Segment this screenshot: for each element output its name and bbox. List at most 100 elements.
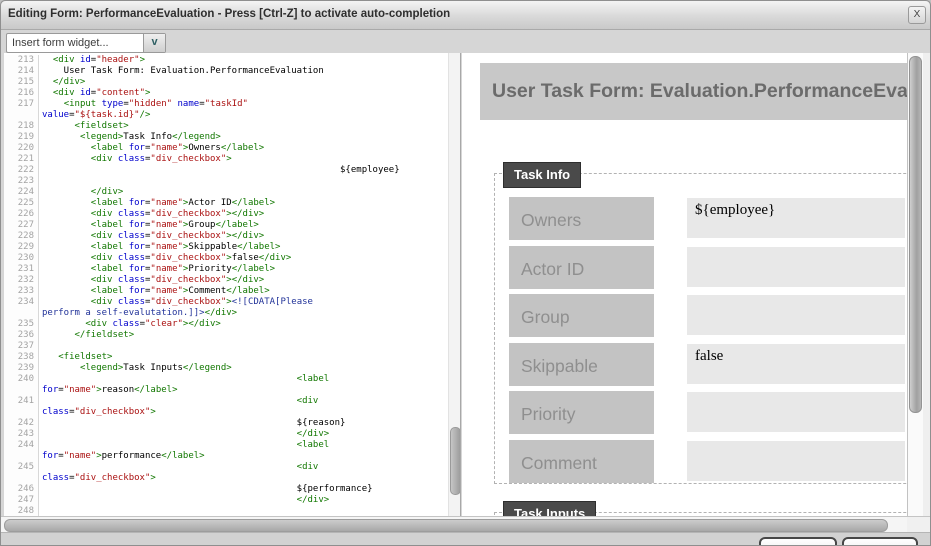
code-line-text: </div> [39,77,85,88]
code-line-text: <div [39,462,318,473]
code-line: 231 <label for="name">Priority</label> [4,264,448,275]
code-line-text: <div class="div_checkbox"><![CDATA[Pleas… [39,297,313,308]
code-line-text: <fieldset> [39,352,112,363]
code-line-text: <label [39,440,329,451]
insert-widget-dropdown-value: Insert form widget... [12,37,109,49]
code-lines: 213 <div id="header">214 User Task Form:… [4,55,448,516]
code-line-text: <legend>Task Inputs</legend> [39,363,232,374]
task-info-legend: Task Info [503,162,581,188]
preview-field-value: false [687,344,905,384]
code-line: 245 <div [4,462,448,473]
preview-field-label: Group [509,294,654,337]
line-number: 231 [4,264,39,275]
task-inputs-legend: Task Inputs [503,501,596,516]
code-line: 221 <div class="div_checkbox"> [4,154,448,165]
footer-button-left[interactable] [759,537,837,546]
horizontal-scrollbar[interactable] [1,516,907,533]
line-number: 214 [4,66,39,77]
code-line: 214 User Task Form: Evaluation.Performan… [4,66,448,77]
line-number: 241 [4,396,39,407]
code-editor[interactable]: 213 <div id="header">214 User Task Form:… [4,53,448,516]
preview-vscrollbar[interactable] [907,53,924,516]
code-line: 243 </div> [4,429,448,440]
code-line: 230 <div class="div_checkbox">false</div… [4,253,448,264]
code-line: 233 <label for="name">Comment</label> [4,286,448,297]
line-number: 240 [4,374,39,385]
code-line: 248 [4,506,448,516]
preview-vscrollbar-thumb[interactable] [909,56,922,413]
code-line-text: perform a self-evalutation.]]></div> [39,308,237,319]
line-number [4,473,39,484]
code-line-text: <div class="div_checkbox"></div> [39,231,264,242]
horizontal-scrollbar-thumb[interactable] [4,519,888,532]
code-line-text: <legend>Task Info</legend> [39,132,221,143]
line-number: 237 [4,341,39,352]
code-line: 246 ${performance} [4,484,448,495]
line-number: 236 [4,330,39,341]
insert-widget-dropdown[interactable]: Insert form widget... v [6,33,166,53]
code-line-text: <label for="name">Owners</label> [39,143,264,154]
line-number: 222 [4,165,39,176]
line-number: 242 [4,418,39,429]
code-line: 238 <fieldset> [4,352,448,363]
line-number: 227 [4,220,39,231]
preview-form-header: User Task Form: Evaluation.PerformanceEv… [480,63,907,120]
form-editor-dialog: Editing Form: PerformanceEvaluation - Pr… [0,0,931,546]
chevron-down-icon: v [143,34,165,52]
line-number: 247 [4,495,39,506]
line-number: 234 [4,297,39,308]
code-line: 234 <div class="div_checkbox"><![CDATA[P… [4,297,448,308]
code-line-text: <input type="hidden" name="taskId" [39,99,248,110]
toolbar: Insert form widget... v [1,30,930,53]
code-line-text: </div> [39,429,329,440]
line-number: 225 [4,198,39,209]
code-line-text: <label for="name">Priority</label> [39,264,275,275]
line-number: 239 [4,363,39,374]
code-line-text: ${reason} [39,418,345,429]
code-line-text: <label for="name">Actor ID</label> [39,198,275,209]
pane-divider [460,53,461,516]
code-line: for="name">performance</label> [4,451,448,462]
dialog-title: Editing Form: PerformanceEvaluation - Pr… [8,8,450,20]
code-line-text: <div class="div_checkbox"> [39,154,232,165]
line-number: 220 [4,143,39,154]
code-line: for="name">reason</label> [4,385,448,396]
window-right-edge [923,53,931,516]
close-icon[interactable]: X [908,6,926,24]
code-line-text: <label [39,374,329,385]
code-line: 220 <label for="name">Owners</label> [4,143,448,154]
preview-field-label: Priority [509,391,654,434]
code-line: 213 <div id="header"> [4,55,448,66]
line-number: 243 [4,429,39,440]
preview-field-value [687,295,905,335]
preview-field-label: Comment [509,440,654,483]
code-line: 236 </fieldset> [4,330,448,341]
code-line: 216 <div id="content"> [4,88,448,99]
code-line-text: <div class="clear"></div> [39,319,221,330]
preview-field-value [687,392,905,432]
code-line-text: class="div_checkbox"> [39,473,156,484]
line-number: 233 [4,286,39,297]
footer-button-right[interactable] [842,537,918,546]
line-number: 245 [4,462,39,473]
code-line: 219 <legend>Task Info</legend> [4,132,448,143]
preview-field-label: Owners [509,197,654,240]
line-number: 248 [4,506,39,516]
code-line-text: class="div_checkbox"> [39,407,156,418]
line-number [4,308,39,319]
code-line: class="div_checkbox"> [4,473,448,484]
code-line: 225 <label for="name">Actor ID</label> [4,198,448,209]
code-line: 241 <div [4,396,448,407]
code-editor-vscrollbar[interactable] [448,53,460,516]
line-number: 228 [4,231,39,242]
dialog-titlebar: Editing Form: PerformanceEvaluation - Pr… [1,1,930,30]
code-line: 247 </div> [4,495,448,506]
preview-form-title: User Task Form: Evaluation.PerformanceEv… [480,63,907,120]
code-line: 232 <div class="div_checkbox"></div> [4,275,448,286]
line-number: 219 [4,132,39,143]
line-number: 221 [4,154,39,165]
code-line: 235 <div class="clear"></div> [4,319,448,330]
line-number: 224 [4,187,39,198]
line-number: 226 [4,209,39,220]
line-number [4,110,39,121]
